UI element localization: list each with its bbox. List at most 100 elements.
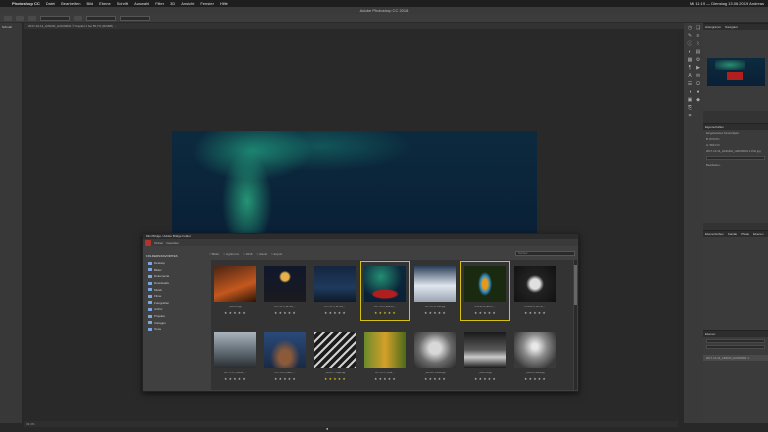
feather-field[interactable] [40, 15, 70, 21]
thumbnail[interactable]: 2018-06-11_ATOM_... ★ ★ ★ ★ ★ [511, 262, 559, 320]
search-input[interactable]: Suchen [515, 251, 575, 256]
tab-ebenenfarben[interactable]: Ebenenfarben [705, 231, 724, 237]
menu-3d[interactable]: 3D [170, 1, 175, 6]
tab-navigator[interactable]: Navigator [725, 24, 738, 30]
thumbnail[interactable]: _MG4102 Portrait.jpg ★ ★ ★ ★ ★ [411, 328, 459, 386]
thumbnail[interactable]: 2017-10-11_ALLEN_... ★ ★ ★ ★ ★ [311, 262, 359, 320]
menu-filter[interactable]: Filter [155, 1, 164, 6]
zoom-level[interactable]: 33,3% [26, 422, 35, 426]
thumb-caption: _MG4102 Portrait.jpg [424, 372, 446, 374]
thumbnail[interactable]: 2017-11-01_LEHNE_... ★ ★ ★ ★ ★ [211, 328, 259, 386]
thumbnail[interactable]: _MG2401.jpg ★ ★ ★ ★ ★ [211, 262, 259, 320]
antialias-checkbox[interactable] [74, 15, 82, 21]
paths-icon[interactable]: ⌇ [695, 42, 701, 47]
tab-pfade[interactable]: Pfade [741, 231, 749, 237]
rating-stars[interactable]: ★ ★ ★ ★ ★ [411, 311, 459, 315]
thumbnail[interactable]: 2017-10-21_Wald_... ★ ★ ★ ★ ★ [361, 328, 409, 386]
thumb-image [464, 266, 506, 302]
layer-filter[interactable] [706, 339, 765, 343]
properties-icon[interactable]: ⚙ [695, 58, 701, 63]
rating-stars[interactable]: ★ ★ ★ ★ ★ [361, 377, 409, 381]
sidebar-item-downloads[interactable]: Downloads [145, 280, 209, 287]
menu-schrift[interactable]: Schrift [117, 1, 128, 6]
select-mask-button[interactable] [120, 15, 150, 21]
layers-icon[interactable]: ❏ [695, 26, 701, 31]
blend-mode-select[interactable] [706, 345, 765, 349]
menu-bearbeiten[interactable]: Bearbeiten [61, 1, 80, 6]
tab-histogram[interactable]: Histogramm [705, 24, 721, 30]
thumb-house [727, 72, 743, 80]
crumb-3[interactable]: > 2018 [243, 251, 252, 257]
thumbnail[interactable]: 2017-10-16 Teich.jpg ★ ★ ★ ★ ★ [411, 262, 459, 320]
sidebar-item-projekte[interactable]: Projekte [145, 313, 209, 320]
tab-kanaele[interactable]: Kanäle [728, 231, 737, 237]
style-select[interactable] [86, 15, 116, 21]
rating-stars[interactable]: ★ ★ ★ ★ ★ [411, 377, 459, 381]
tool-preset-button[interactable] [4, 15, 12, 21]
menu-app[interactable]: Photoshop CC [12, 1, 40, 6]
rating-stars[interactable]: ★ ★ ★ ★ ★ [511, 377, 559, 381]
rating-stars[interactable]: ★ ★ ★ ★ ★ [211, 377, 259, 381]
rating-stars[interactable]: ★ ★ ★ ★ ★ [461, 311, 509, 315]
crumb-1[interactable]: > Bilder [209, 251, 219, 257]
bridge-menu-folder[interactable]: Ordner [154, 241, 163, 245]
crumb-4[interactable]: > Island [256, 251, 267, 257]
sidebar-item-texte[interactable]: Texte [145, 326, 209, 333]
sidebar-item-filme[interactable]: Filme [145, 293, 209, 300]
folder-icon [148, 281, 152, 285]
crumb-5[interactable]: > Export [271, 251, 282, 257]
sidebar-item-desktop[interactable]: Desktop [145, 260, 209, 267]
navigator-thumbnail[interactable] [707, 58, 765, 86]
thumbnail-grid: _MG2401.jpg ★ ★ ★ ★ ★ 2017-10-11_ALLEN_.… [211, 260, 573, 390]
tab-ebenen[interactable]: Ebenen [753, 231, 763, 237]
channels-icon[interactable]: ≡ [695, 34, 701, 39]
rating-stars[interactable]: ★ ★ ★ ★ ★ [261, 311, 309, 315]
adjustments-panel: Ebenenfarben Kanäle Pfade Ebenen [703, 230, 768, 330]
thumbnail[interactable]: _MG4130.jpg ★ ★ ★ ★ ★ [461, 328, 509, 386]
menu-auswahl[interactable]: Auswahl [134, 1, 149, 6]
actions-icon[interactable]: ● [695, 90, 701, 95]
sidebar-item-dokumente[interactable]: Dokumente [145, 273, 209, 280]
thumbnail[interactable]: 2017-10-20_HAKO_... ★ ★ ★ ★ ★ [261, 328, 309, 386]
sidebar-item-musik[interactable]: Musik [145, 286, 209, 293]
glyphs-icon[interactable]: Ω [695, 82, 701, 87]
bridge-menu-favorites[interactable]: Favoriten [166, 241, 179, 245]
crumb-2[interactable]: > Lightroom [223, 251, 239, 257]
thumbnail-selected[interactable]: 2017-10-14_AINK00_... ★ ★ ★ ★ ★ [360, 261, 410, 321]
rating-stars[interactable]: ★ ★ ★ ★ ★ [261, 377, 309, 381]
tool-presets-icon[interactable]: ◆ [695, 98, 701, 103]
new-selection-button[interactable] [16, 15, 24, 21]
thumbnail[interactable]: _MG4201 Mann.jpg ★ ★ ★ ★ ★ [511, 328, 559, 386]
library-icon[interactable]: ▤ [695, 50, 701, 55]
rating-stars[interactable]: ★ ★ ★ ★ ★ [311, 311, 359, 315]
rating-stars[interactable]: ★ ★ ★ ★ ★ [461, 377, 509, 381]
rating-stars[interactable]: ★ ★ ★ ★ ★ [361, 311, 409, 315]
add-selection-button[interactable] [28, 15, 36, 21]
sidebar-item-vorlagen[interactable]: Vorlagen [145, 319, 209, 326]
menu-ansicht[interactable]: Ansicht [181, 1, 194, 6]
thumbnail[interactable]: _MG3471 Treppe.jpg ★ ★ ★ ★ ★ [311, 328, 359, 386]
menu-fenster[interactable]: Fenster [200, 1, 214, 6]
thumbnail-selected[interactable]: 2018-04-08_AFRO_... ★ ★ ★ ★ ★ [460, 261, 510, 321]
folder-icon [148, 294, 152, 298]
rating-stars[interactable]: ★ ★ ★ ★ ★ [511, 311, 559, 315]
sidebar-item-archiv[interactable]: Archiv [145, 306, 209, 313]
layers-panel: Ebenen 2017-10-14_AINK00_HAK00001 1 [703, 330, 768, 423]
toolbar-label[interactable]: Schnell [0, 23, 22, 31]
menu-hilfe[interactable]: Hilfe [220, 1, 228, 6]
rating-stars[interactable]: ★ ★ ★ ★ ★ [211, 311, 259, 315]
sidebar-item-bilder[interactable]: Bilder [145, 267, 209, 274]
timeline-icon[interactable]: ▶ [695, 66, 701, 71]
rating-stars[interactable]: ★ ★ ★ ★ ★ [311, 377, 359, 381]
sidebar-item-fotografien[interactable]: Fotografien [145, 300, 209, 307]
notes-icon[interactable]: ✉ [695, 74, 701, 79]
bridge-scrollbar[interactable] [574, 260, 577, 390]
thumbnail[interactable]: 2017-10-11_ALLEN_... ★ ★ ★ ★ ★ [261, 262, 309, 320]
menu-datei[interactable]: Datei [46, 1, 55, 6]
aurora-photo[interactable] [172, 131, 537, 233]
layer-row[interactable]: 2017-10-14_AINK00_HAK00001 1 [703, 355, 768, 361]
edit-contents-label[interactable]: Bearbeiten... [703, 162, 768, 168]
menu-ebene[interactable]: Ebene [99, 1, 111, 6]
menu-bild[interactable]: Bild [86, 1, 93, 6]
edit-contents-button[interactable] [706, 156, 765, 160]
